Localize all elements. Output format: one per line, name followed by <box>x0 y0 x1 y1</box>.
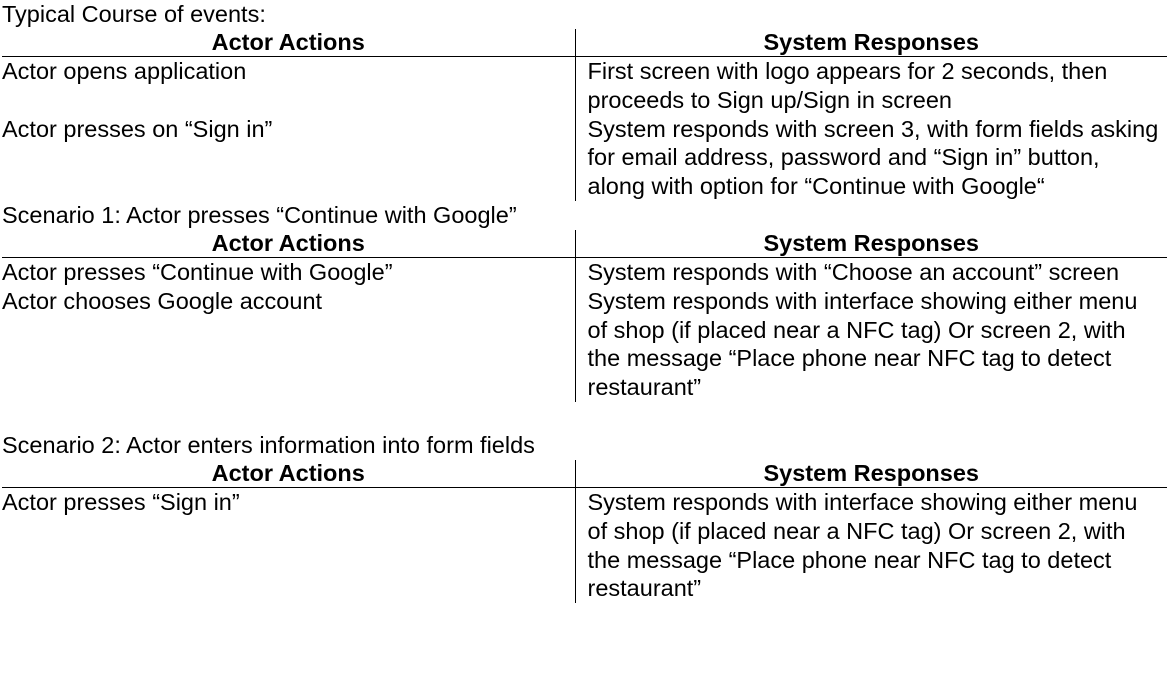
actor-actions-header: Actor Actions <box>211 229 365 256</box>
document: Typical Course of events: Actor Actions … <box>2 0 1167 604</box>
actor-actions-header: Actor Actions <box>211 459 365 486</box>
table-row: Actor presses “Continue with Google” Sys… <box>2 257 1167 287</box>
table-row: Actor opens application First screen wit… <box>2 56 1167 115</box>
system-response-cell: First screen with logo appears for 2 sec… <box>574 56 1167 115</box>
system-responses-header: System Responses <box>574 29 1167 57</box>
actor-actions-header: Actor Actions <box>211 29 365 55</box>
table-header-row: Actor Actions System Responses <box>2 229 1167 258</box>
table-row: Actor chooses Google account System resp… <box>2 286 1167 402</box>
table-row: Actor presses “Sign in” System responds … <box>2 487 1167 604</box>
typical-course-table: Actor Actions System Responses Actor ope… <box>2 29 1167 201</box>
actor-action-cell: Actor chooses Google account <box>2 287 323 314</box>
system-response-cell: System responds with interface showing e… <box>574 286 1167 402</box>
table-header-row: Actor Actions System Responses <box>2 29 1167 57</box>
table-row: Actor presses on “Sign in” System respon… <box>2 114 1167 201</box>
scenario-1-table: Actor Actions System Responses Actor pre… <box>2 229 1167 402</box>
table-header-row: Actor Actions System Responses <box>2 459 1167 488</box>
typical-course-title: Typical Course of events: <box>2 1 266 27</box>
system-response-cell: System responds with interface showing e… <box>574 487 1167 604</box>
actor-action-cell: Actor presses “Continue with Google” <box>2 258 393 285</box>
system-response-cell: System responds with “Choose an account”… <box>574 257 1167 287</box>
system-responses-header: System Responses <box>574 459 1167 488</box>
system-response-cell: System responds with screen 3, with form… <box>574 114 1167 201</box>
actor-action-cell: Actor presses “Sign in” <box>2 488 240 515</box>
scenario-2-title: Scenario 2: Actor enters information int… <box>2 431 535 458</box>
scenario-1-title: Scenario 1: Actor presses “Continue with… <box>2 201 517 228</box>
actor-action-cell: Actor presses on “Sign in” <box>2 115 273 142</box>
scenario-2-table: Actor Actions System Responses Actor pre… <box>2 459 1167 604</box>
actor-action-cell: Actor opens application <box>2 58 247 84</box>
system-responses-header: System Responses <box>574 229 1167 258</box>
